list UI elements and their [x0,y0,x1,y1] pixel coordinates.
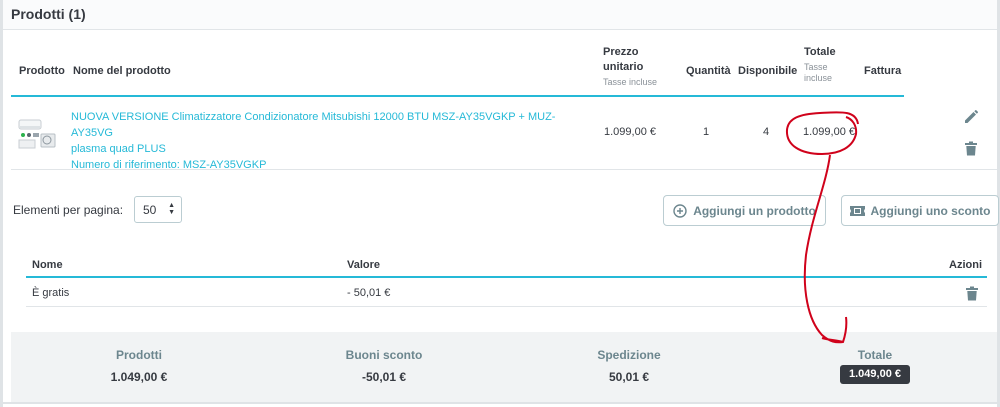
ticket-icon [849,205,865,216]
product-available: 4 [763,126,770,138]
header-total-label: Totale [804,46,836,58]
discount-value: - 50,01 € [347,287,391,299]
discount-header-value: Valore [347,259,381,271]
header-unit-price: Prezzo unitario Tasse incluse [603,45,657,89]
header-unit-price-line2: unitario [603,61,644,73]
add-product-label: Aggiungi un prodotto [693,203,816,218]
product-thumbnail[interactable] [17,118,57,150]
discount-header-underline [26,276,987,278]
add-product-button[interactable]: Aggiungi un prodotto [663,195,826,226]
select-arrows-icon: ▲ ▼ [168,202,175,216]
product-quantity: 1 [703,126,710,138]
summary-discounts-label: Buoni sconto [345,348,423,362]
order-summary: Prodotti 1.049,00 € Buoni sconto -50,01 … [11,332,997,402]
header-total-sub-line2: incluse [804,73,833,83]
panel-bottom-border [3,402,997,404]
panel-title: Prodotti (1) [11,6,86,22]
per-page-label: Elementi per pagina: [13,203,124,217]
discount-trash-icon[interactable] [965,286,979,301]
header-underline [11,95,904,97]
add-discount-label: Aggiungi uno sconto [870,203,991,218]
header-unit-price-sub: Tasse incluse [603,77,658,87]
product-name-line2[interactable]: plasma quad PLUS [71,141,591,157]
product-trash-icon[interactable] [964,141,978,156]
header-unit-price-line1: Prezzo [603,46,639,58]
summary-products-value: 1.049,00 € [110,370,168,384]
header-total: Totale Tasse incluse [804,45,836,85]
product-unit-price: 1.099,00 € [604,126,656,138]
discount-header-actions: Azioni [949,259,982,271]
products-panel: Prodotti (1) Prodotto Nome del prodotto … [0,0,1000,407]
discount-row-divider [26,306,987,307]
plus-circle-icon [673,203,687,218]
product-row-divider [11,169,997,170]
product-name-link[interactable]: NUOVA VERSIONE Climatizzatore Condiziona… [71,109,591,173]
per-page-value: 50 [143,203,157,217]
summary-shipping-label: Spedizione [597,348,661,362]
header-product: Prodotto [19,65,65,77]
header-available: Disponibile [738,65,798,77]
summary-discounts-value: -50,01 € [361,370,407,384]
add-discount-button[interactable]: Aggiungi uno sconto [841,195,999,226]
discount-header-name: Nome [32,259,63,271]
summary-total-label: Totale [857,348,893,362]
panel-header: Prodotti (1) [3,0,997,30]
summary-total-badge: 1.049,00 € [840,365,910,384]
per-page-select[interactable]: 50 ▲ ▼ [134,196,182,223]
summary-products-label: Prodotti [116,348,162,362]
edit-icon[interactable] [963,109,979,125]
product-reference: Numero di riferimento: MSZ-AY35VGKP [71,159,267,171]
discount-name: È gratis [32,287,70,299]
product-total: 1.099,00 € [803,126,855,138]
header-product-name: Nome del prodotto [73,65,171,77]
summary-shipping-value: 50,01 € [608,370,650,384]
header-invoice: Fattura [864,65,902,77]
header-quantity: Quantità [686,65,731,77]
product-name-line1[interactable]: NUOVA VERSIONE Climatizzatore Condiziona… [71,109,591,141]
